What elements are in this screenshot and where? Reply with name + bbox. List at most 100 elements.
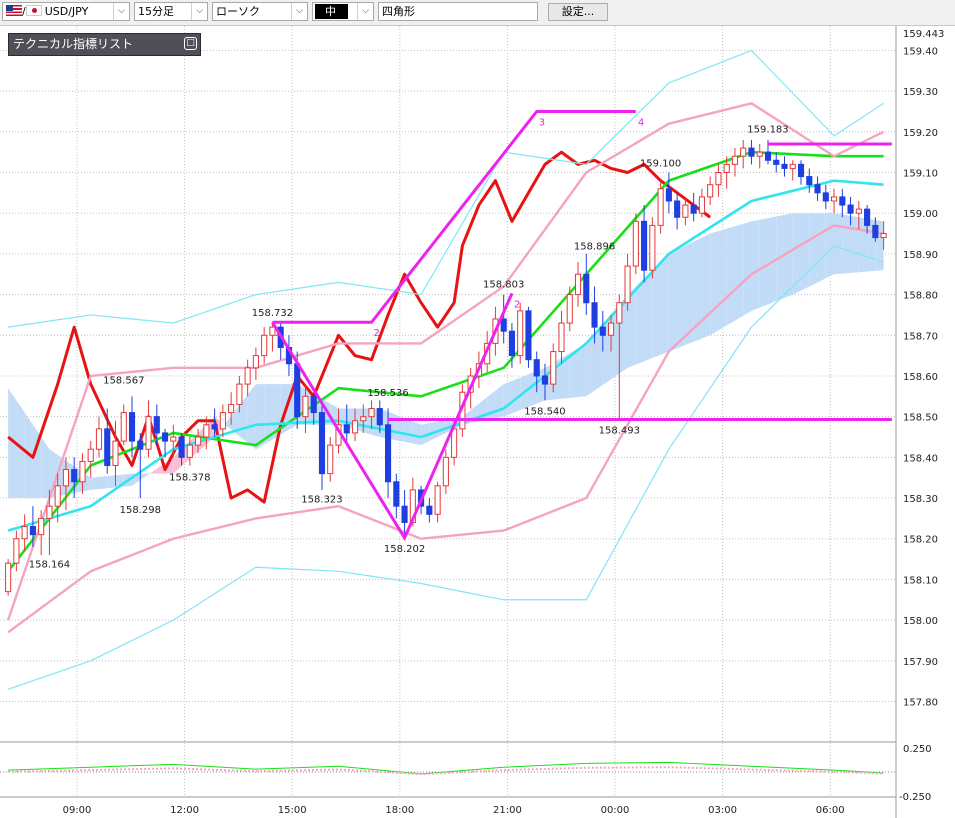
x-tick-label: 03:00 [708,805,737,816]
candle-body [839,196,846,206]
candle-body [830,196,838,202]
candle-body [574,273,582,296]
candlestick [318,404,326,490]
candlestick [674,192,681,230]
candle-body [104,428,111,466]
cloud-segment [751,219,760,311]
candle-body [880,233,887,239]
oscillator-signal-line [8,766,884,776]
candle-body [128,412,136,442]
grid-lines [0,26,896,797]
candle-body [203,424,210,438]
candle-body [261,334,268,357]
y-tick-label: 159.10 [903,168,938,179]
candlestick [756,144,763,169]
candle-body [723,163,730,173]
candle-body [674,200,681,218]
candlestick [632,213,639,275]
candle-body [607,322,615,336]
candle-body [756,151,763,157]
candlestick [426,498,433,523]
candlestick [641,205,648,283]
y-tick-label: 159.40 [903,46,938,57]
cloud-segment [726,226,735,326]
cloud-segment [90,476,99,490]
cloud-segment [140,473,149,481]
candle-body [21,526,28,540]
candlestick [252,347,259,381]
price-chart[interactable]: 121 23 4 158.164158.567158.298158.378158.7… [0,0,955,818]
candle-body [62,469,70,487]
candle-body [236,383,243,405]
candle-body [599,326,606,336]
indicator-lines [6,49,885,690]
y-tick-label: 157.90 [903,657,938,668]
cloud-segment [743,221,752,316]
candle-body [550,351,557,385]
candle-body [384,424,392,483]
oscillator-line [8,761,884,775]
candle-body [632,220,639,267]
cloud-segment [677,245,686,349]
cloud-segment [404,418,413,444]
candle-body [682,204,689,218]
candle-body [161,432,169,442]
price-label: 158.567 [103,375,144,386]
candle-body [789,163,796,169]
drawing-point-label: 1 [274,328,280,339]
cloud-segment [495,384,504,419]
candle-body [360,416,367,422]
candle-body [195,436,202,446]
candle-body [665,188,672,202]
candle-body [211,424,218,430]
candlestick [13,530,20,572]
candle-body [426,505,433,515]
candle-body [773,159,780,165]
candlestick [583,253,590,315]
candle-body [401,505,408,523]
candle-body [87,448,94,462]
candle-body [847,204,854,214]
candle-body [855,208,862,214]
price-label: 158.493 [599,426,640,437]
candle-body [517,310,524,357]
x-tick-label: 09:00 [63,805,92,816]
cloud-segment [710,231,719,336]
cloud-segment [652,262,661,359]
candle-body [649,224,656,271]
candle-body [797,163,805,178]
y-tick-label: 158.50 [903,413,938,424]
candle-body [591,302,598,328]
price-label: 159.183 [747,125,788,136]
y-tick-label: 158.40 [903,453,938,464]
candle-body [244,367,251,385]
candle-body [95,428,103,450]
candle-body [707,184,714,198]
y-tick-label: 158.80 [903,291,938,302]
candlestick [145,400,152,458]
candle-body [690,204,697,214]
candle-body [500,318,507,332]
candle-body [731,155,739,165]
current-price-label: 159.443 [903,29,944,40]
candle-body [38,517,45,536]
indicator-list-panel[interactable]: テクニカル指標リスト □ [8,33,201,56]
candle-body [748,147,755,157]
candlestick [327,437,334,482]
price-label: 158.732 [252,308,293,319]
drawing-point-label: 2 [374,328,380,339]
candle-body [393,481,400,507]
cloud-segment [660,253,669,355]
candle-body [822,192,829,202]
candlestick [657,180,664,234]
drawing-point-label: 4 [638,117,644,128]
candlestick [748,139,755,165]
candle-body [71,469,78,483]
candlestick [789,160,796,181]
candle-body [376,408,383,426]
candle-body [46,505,53,519]
candlestick [87,441,94,478]
candle-body [641,220,648,271]
cloud-segment [668,249,678,352]
restore-icon[interactable]: □ [184,37,197,50]
